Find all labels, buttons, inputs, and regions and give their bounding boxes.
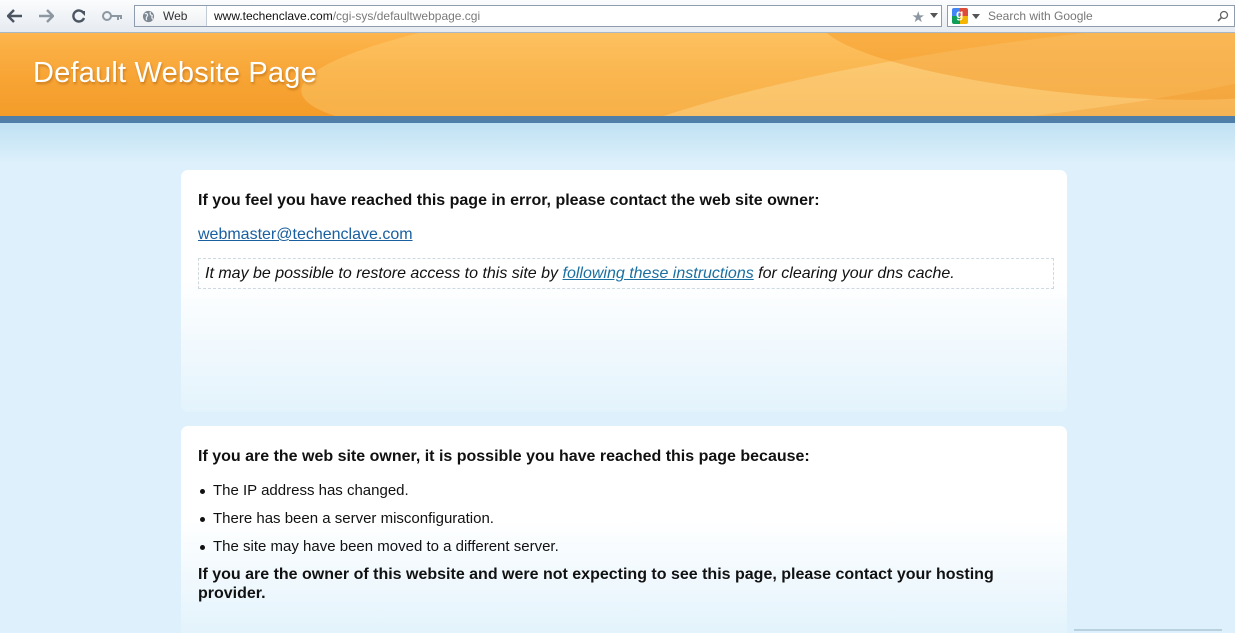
- url-text[interactable]: www.techenclave.com/cgi-sys/defaultwebpa…: [214, 9, 941, 23]
- owner-reasons-card: If you are the web site owner, it is pos…: [181, 426, 1067, 633]
- header-banner: Default Website Page: [0, 33, 1235, 116]
- instructions-link[interactable]: following these instructions: [563, 265, 754, 282]
- page-title: Default Website Page: [33, 57, 317, 89]
- key-button[interactable]: [100, 5, 126, 27]
- chevron-down-icon[interactable]: [930, 13, 938, 18]
- list-item: The site may have been moved to a differ…: [198, 538, 559, 566]
- key-icon: [102, 11, 122, 21]
- hosting-provider-note: If you are the owner of this website and…: [198, 566, 994, 602]
- back-button[interactable]: [4, 5, 26, 27]
- star-icon[interactable]: ★: [912, 8, 925, 26]
- error-contact-card: If you feel you have reached this page i…: [181, 170, 1067, 412]
- webmaster-email-link[interactable]: webmaster@techenclave.com: [198, 226, 413, 244]
- url-host: www.techenclave.com: [214, 9, 333, 23]
- owner-heading: If you are the web site owner, it is pos…: [198, 448, 810, 465]
- reload-icon: [72, 9, 86, 23]
- address-bar[interactable]: Web www.techenclave.com/cgi-sys/defaultw…: [134, 5, 942, 27]
- magnifier-icon[interactable]: [1217, 10, 1229, 22]
- engine-chevron-down-icon[interactable]: [972, 13, 980, 19]
- globe-icon: [142, 10, 155, 22]
- divider: [1074, 629, 1222, 631]
- reload-button[interactable]: [68, 5, 90, 27]
- list-item: The IP address has changed.: [198, 482, 559, 510]
- search-box[interactable]: Search with Google: [947, 5, 1235, 27]
- forward-button[interactable]: [35, 5, 57, 27]
- dns-cache-notice: It may be possible to restore access to …: [198, 258, 1054, 289]
- background-gradient: [0, 123, 1235, 163]
- google-icon[interactable]: [952, 8, 968, 24]
- dns-prefix: It may be possible to restore access to …: [205, 265, 563, 282]
- url-path: /cgi-sys/defaultwebpage.cgi: [332, 9, 481, 23]
- arrow-right-icon: [39, 9, 54, 23]
- site-button-label: Web: [163, 9, 188, 23]
- arrow-left-icon: [7, 9, 22, 23]
- error-heading: If you feel you have reached this page i…: [198, 192, 820, 209]
- dns-suffix: for clearing your dns cache.: [753, 265, 955, 282]
- site-identity-button[interactable]: Web: [135, 6, 207, 26]
- browser-toolbar: Web www.techenclave.com/cgi-sys/defaultw…: [0, 0, 1235, 33]
- list-item: There has been a server misconfiguration…: [198, 510, 559, 538]
- reasons-list: The IP address has changed. There has be…: [198, 482, 559, 566]
- search-input[interactable]: Search with Google: [988, 9, 1217, 23]
- banner-accent-bar: [0, 116, 1235, 123]
